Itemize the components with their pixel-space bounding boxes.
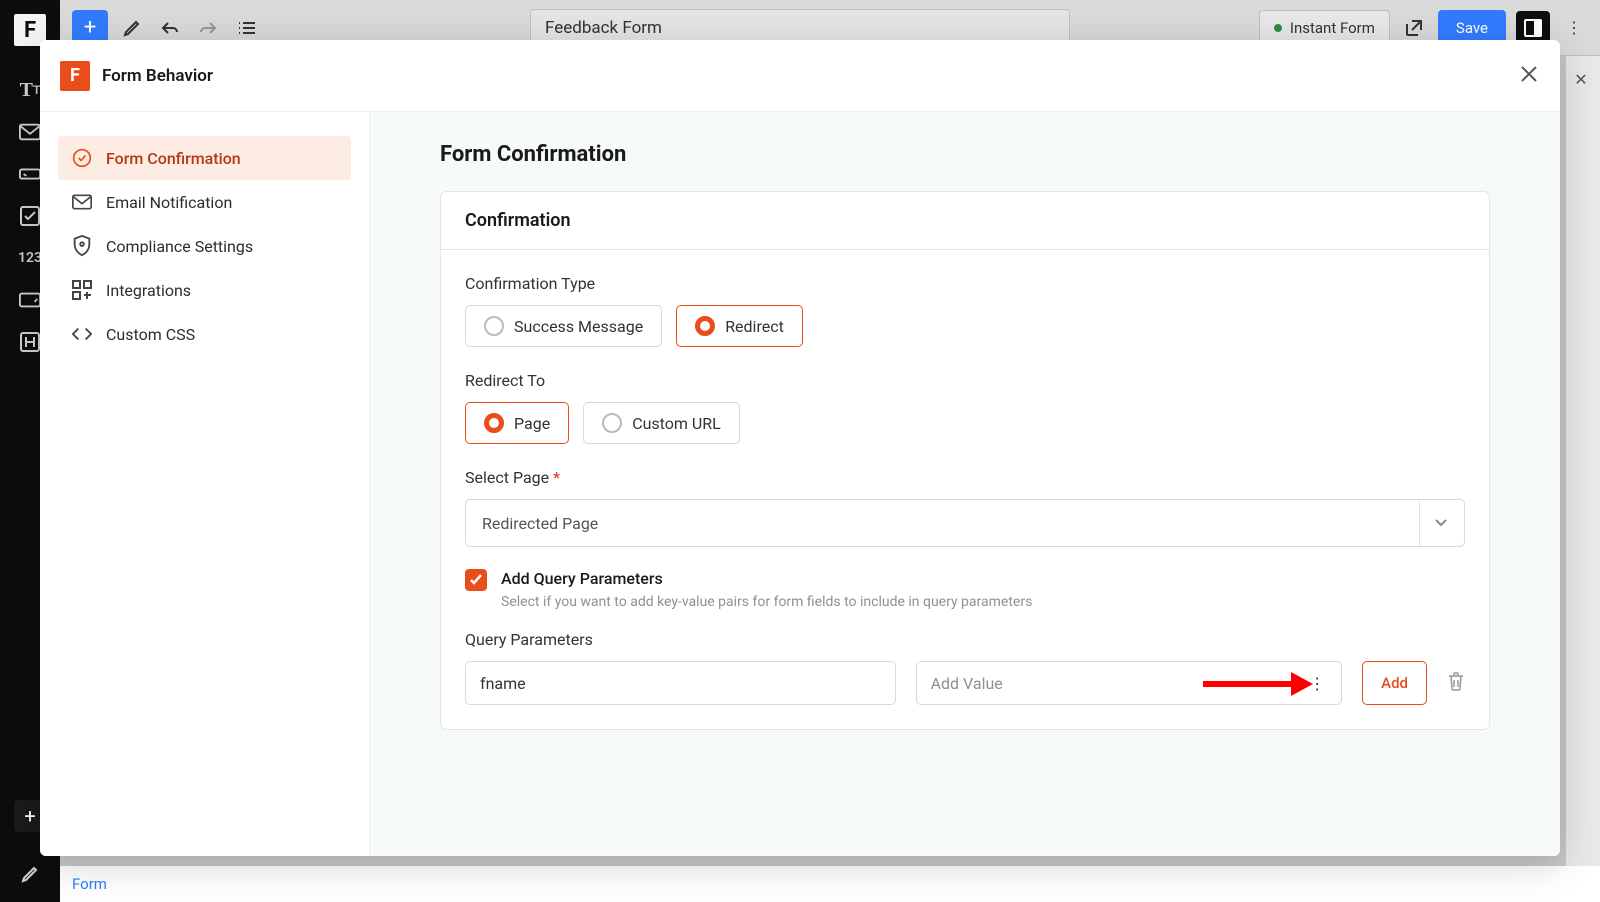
modal-sidebar: Form Confirmation Email Notification Com… — [40, 112, 370, 856]
trash-icon[interactable] — [1447, 671, 1465, 695]
query-value-input[interactable] — [931, 674, 1304, 693]
right-panel-edge: ✕ — [1566, 56, 1600, 902]
redo-icon[interactable] — [194, 14, 222, 42]
more-icon[interactable]: ⋮ — [1560, 14, 1588, 42]
add-query-label: Add Query Parameters — [501, 569, 1032, 588]
radio-icon — [484, 413, 504, 433]
sidebar-item-label: Integrations — [106, 281, 191, 300]
check-circle-icon — [72, 148, 92, 168]
modal-logo-icon: F — [60, 61, 90, 91]
list-icon[interactable] — [232, 14, 260, 42]
mail-icon — [72, 192, 92, 212]
radio-redirect[interactable]: Redirect — [676, 305, 803, 347]
sidebar-item-label: Email Notification — [106, 193, 232, 212]
add-query-checkbox-row[interactable]: Add Query Parameters Select if you want … — [465, 569, 1465, 610]
status-dot — [1274, 24, 1282, 32]
query-params-label: Query Parameters — [465, 630, 1465, 649]
radio-custom-url[interactable]: Custom URL — [583, 402, 740, 444]
sidebar-item-label: Compliance Settings — [106, 237, 253, 256]
select-page-dropdown[interactable]: Redirected Page — [465, 499, 1465, 547]
sidebar-item-form-confirmation[interactable]: Form Confirmation — [58, 136, 351, 180]
add-query-description: Select if you want to add key-value pair… — [501, 594, 1032, 610]
radio-success-message[interactable]: Success Message — [465, 305, 662, 347]
sidebar-item-label: Custom CSS — [106, 325, 195, 344]
grid-icon — [72, 280, 92, 300]
modal-content: Form Confirmation Confirmation Confirmat… — [370, 112, 1560, 856]
breadcrumb: Form — [0, 866, 1600, 902]
sidebar-item-label: Form Confirmation — [106, 149, 241, 168]
select-page-label: Select Page* — [465, 468, 1465, 487]
undo-icon[interactable] — [156, 14, 184, 42]
query-value-input-wrap: ⋮ — [916, 661, 1343, 705]
modal-title: Form Behavior — [102, 66, 213, 86]
sidebar-item-compliance[interactable]: Compliance Settings — [58, 224, 351, 268]
radio-icon — [602, 413, 622, 433]
card-header: Confirmation — [441, 192, 1489, 250]
redirect-to-label: Redirect To — [465, 371, 1465, 390]
chevron-down-icon — [1419, 500, 1448, 546]
kebab-menu-icon[interactable]: ⋮ — [1303, 674, 1331, 693]
code-icon — [72, 324, 92, 344]
sidebar-item-email-notification[interactable]: Email Notification — [58, 180, 351, 224]
sidebar-item-custom-css[interactable]: Custom CSS — [58, 312, 351, 356]
checkbox-checked-icon — [465, 569, 487, 591]
radio-icon — [484, 316, 504, 336]
add-param-button[interactable]: Add — [1362, 661, 1427, 705]
shield-icon — [72, 236, 92, 256]
form-behavior-modal: F Form Behavior Form Confirmation Email … — [40, 40, 1560, 856]
breadcrumb-item[interactable]: Form — [72, 875, 107, 893]
query-key-input[interactable] — [465, 661, 896, 705]
close-icon[interactable]: ✕ — [1566, 64, 1596, 94]
modal-close-button[interactable] — [1518, 63, 1540, 89]
modal-header: F Form Behavior — [40, 40, 1560, 112]
pencil-icon[interactable] — [118, 14, 146, 42]
radio-page[interactable]: Page — [465, 402, 569, 444]
external-link-icon[interactable] — [1400, 14, 1428, 42]
edit-icon[interactable] — [16, 860, 44, 888]
confirmation-type-label: Confirmation Type — [465, 274, 1465, 293]
section-title: Form Confirmation — [440, 142, 1490, 167]
radio-icon — [695, 316, 715, 336]
sidebar-item-integrations[interactable]: Integrations — [58, 268, 351, 312]
confirmation-card: Confirmation Confirmation Type Success M… — [440, 191, 1490, 730]
